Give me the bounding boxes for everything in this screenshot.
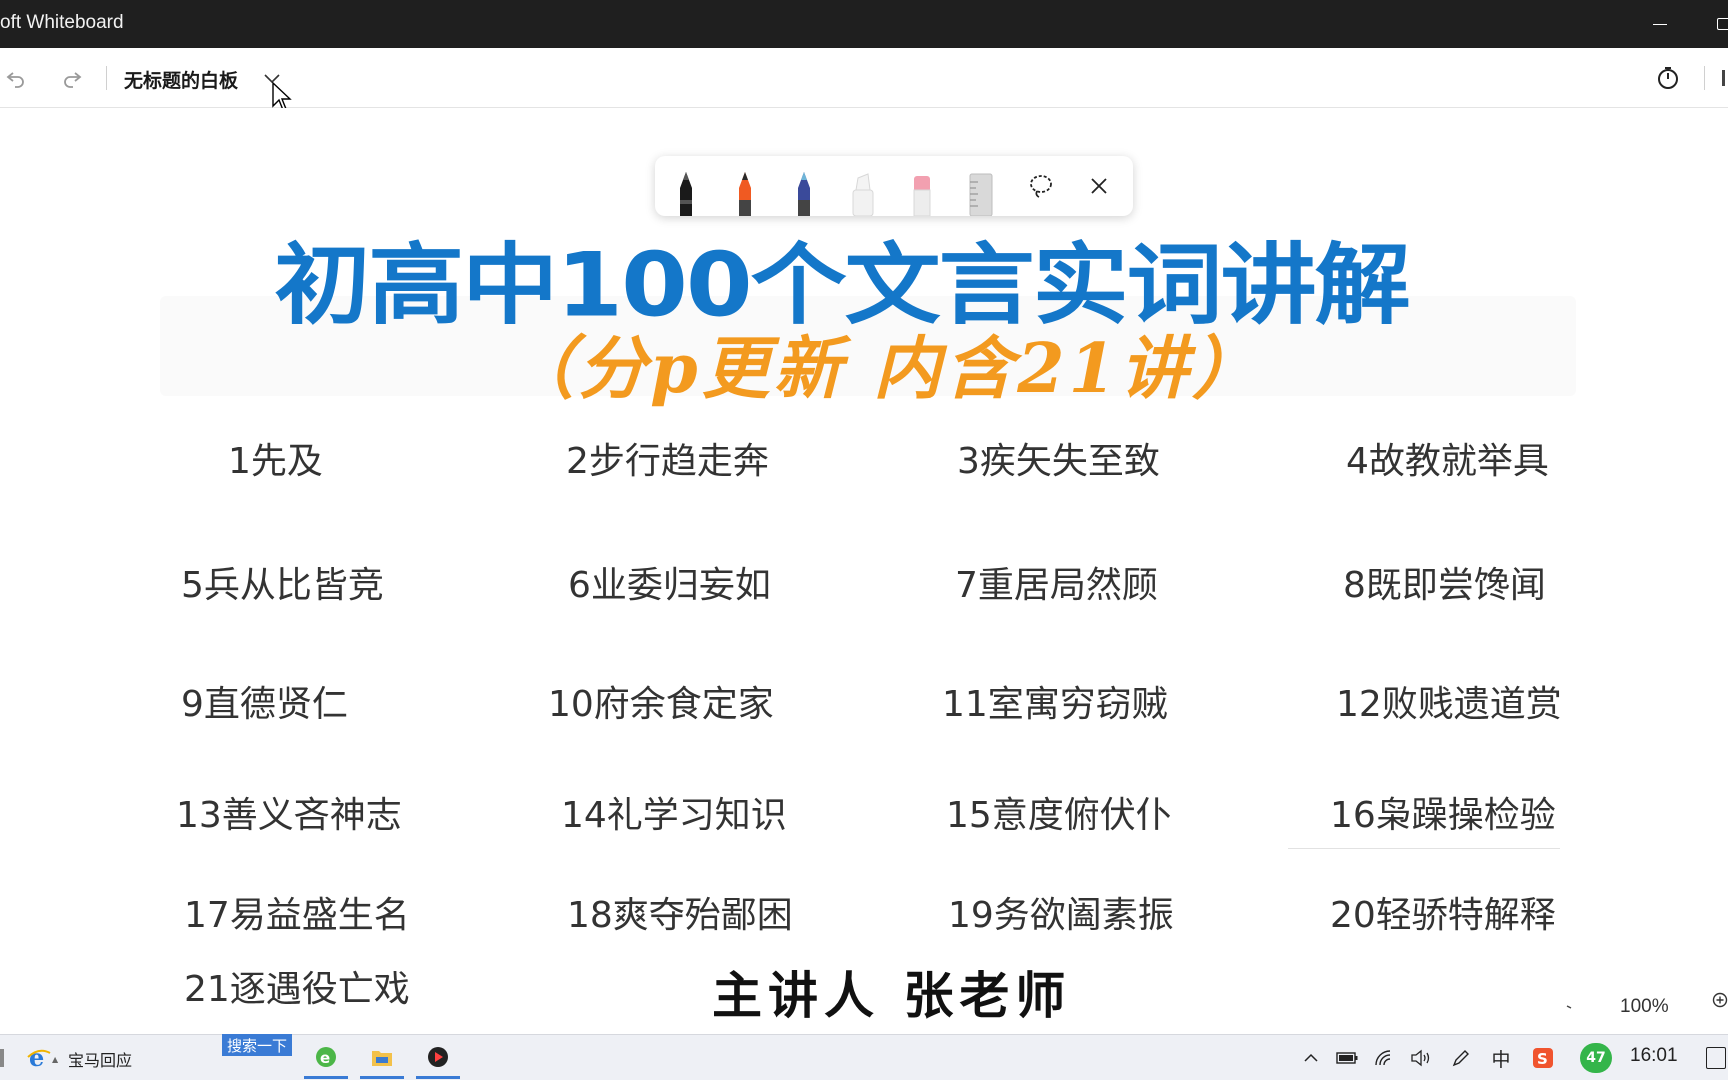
lesson-12: 12败贱遗道赏 xyxy=(1336,684,1562,725)
lesson-21: 21逐遇役亡戏 xyxy=(184,969,410,1010)
toolbar: 无标题的白板 xyxy=(0,48,1728,108)
zoom-in-icon[interactable] xyxy=(1712,992,1728,1008)
restore-button[interactable] xyxy=(1704,8,1728,40)
lasso-icon xyxy=(1030,175,1052,198)
eraser-icon[interactable] xyxy=(905,170,939,216)
tray-overflow-chevron[interactable] xyxy=(1300,1047,1322,1069)
zoom-out-icon[interactable] xyxy=(1565,996,1579,1010)
minimize-button[interactable] xyxy=(1640,8,1680,40)
pen-tray xyxy=(655,156,1133,216)
black-pen-icon[interactable] xyxy=(669,170,703,216)
lesson-20: 20轻骄特解释 xyxy=(1330,895,1556,936)
title-bar: oft Whiteboard xyxy=(0,0,1728,48)
pen-icon xyxy=(1452,1050,1469,1067)
lesson-3: 3疾矢失至致 xyxy=(957,441,1160,482)
sogou-icon: S xyxy=(1533,1048,1553,1068)
toolbar-divider xyxy=(106,66,107,90)
lesson-6: 6业委归妄如 xyxy=(568,565,771,606)
media-player-icon xyxy=(428,1046,448,1067)
faint-divider-line xyxy=(1288,848,1560,849)
svg-text:e: e xyxy=(320,1049,330,1067)
lesson-16: 16枭躁操检验 xyxy=(1330,795,1556,836)
galaxy-pen-icon[interactable] xyxy=(787,170,821,216)
lesson-2: 2步行趋走奔 xyxy=(566,441,769,482)
tray-input-method[interactable]: 中 xyxy=(1490,1047,1512,1071)
browser-icon: e xyxy=(316,1046,336,1067)
tray-security-badge[interactable]: 47 xyxy=(1580,1043,1612,1073)
battery-icon xyxy=(1336,1052,1358,1064)
undo-icon xyxy=(6,72,24,88)
svg-text:S: S xyxy=(1537,1050,1548,1068)
redo-icon xyxy=(64,72,82,88)
zoom-level[interactable]: 100% xyxy=(1620,996,1669,1018)
tray-network[interactable] xyxy=(1374,1047,1396,1069)
ruler-icon[interactable] xyxy=(964,170,998,216)
restore-icon xyxy=(1717,18,1728,30)
close-pen-tray-button[interactable] xyxy=(1083,170,1115,202)
lesson-1: 1先及 xyxy=(228,441,323,482)
lesson-10: 10府余食定家 xyxy=(548,684,774,725)
lesson-9: 9直德贤仁 xyxy=(181,684,348,725)
tray-sogou-ime[interactable]: S xyxy=(1532,1047,1554,1069)
lesson-4: 4故教就举具 xyxy=(1346,441,1549,482)
lesson-5: 5兵从比皆竞 xyxy=(181,565,384,606)
tray-battery[interactable] xyxy=(1336,1047,1358,1069)
undo-button[interactable] xyxy=(0,62,32,94)
taskbar-browser-app[interactable]: e xyxy=(304,1037,348,1079)
chevron-up-icon xyxy=(1304,1053,1318,1062)
lesson-7: 7重居局然顾 xyxy=(955,565,1158,606)
timer-button[interactable] xyxy=(1652,62,1684,94)
highlighter-icon[interactable] xyxy=(846,170,880,216)
speaker-icon xyxy=(1411,1049,1430,1067)
lesson-11: 11室寓穷窃贼 xyxy=(942,684,1168,725)
lesson-14: 14礼学习知识 xyxy=(561,795,787,836)
search-button[interactable]: 搜索一下 xyxy=(222,1034,292,1056)
show-desktop-button[interactable] xyxy=(1706,1047,1726,1069)
sub-title: （分p更新 内含21讲） xyxy=(506,329,1264,409)
folder-icon xyxy=(372,1050,392,1066)
taskbar-media-app[interactable] xyxy=(416,1037,460,1079)
presenter-label: 主讲人 张老师 xyxy=(712,966,1072,1025)
tray-volume[interactable] xyxy=(1410,1047,1432,1069)
lesson-18: 18爽夺殆鄙困 xyxy=(567,895,793,936)
app-title: oft Whiteboard xyxy=(0,12,124,33)
internet-explorer-icon[interactable]: e xyxy=(26,1045,52,1071)
timer-icon xyxy=(1658,67,1678,89)
svg-text:e: e xyxy=(29,1045,44,1071)
toolbar-divider-right xyxy=(1704,66,1705,90)
lesson-17: 17易益盛生名 xyxy=(184,895,410,936)
lasso-select-button[interactable] xyxy=(1025,170,1057,202)
dropdown-dot-icon: ▲ xyxy=(52,1055,59,1064)
taskbar-file-explorer-app[interactable] xyxy=(360,1037,404,1079)
board-title[interactable]: 无标题的白板 xyxy=(124,66,238,93)
start-button-edge[interactable] xyxy=(0,1049,4,1067)
orange-pen-icon[interactable] xyxy=(728,170,762,216)
whiteboard-canvas[interactable]: 初高中100个文言实词讲解 （分p更新 内含21讲） 1先及 2步行趋走奔 3疾… xyxy=(0,108,1728,1034)
taskbar-app-label[interactable]: 宝马回应 xyxy=(68,1047,132,1071)
lesson-8: 8既即尝馋闻 xyxy=(1343,565,1546,606)
toolbar-overflow-edge[interactable] xyxy=(1722,70,1725,86)
lesson-15: 15意度俯伏仆 xyxy=(946,795,1172,836)
taskbar-clock[interactable]: 16:01 xyxy=(1630,1045,1678,1067)
tray-pen-workspace[interactable] xyxy=(1450,1047,1472,1069)
minimize-icon xyxy=(1653,23,1667,25)
lesson-13: 13善义吝神志 xyxy=(176,795,402,836)
redo-button[interactable] xyxy=(56,62,88,94)
close-icon xyxy=(1091,178,1107,194)
lesson-19: 19务欲阖素振 xyxy=(948,895,1174,936)
wifi-icon xyxy=(1375,1050,1391,1066)
